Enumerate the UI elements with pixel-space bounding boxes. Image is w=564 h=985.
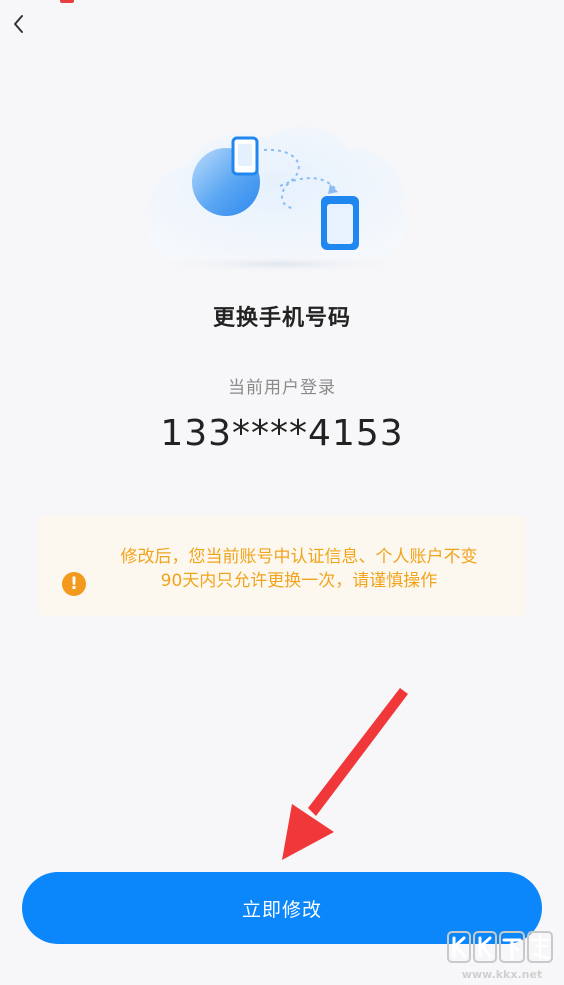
phone-transfer-illustration	[130, 108, 430, 278]
notice-line-2: 90天内只允许更换一次，请谨慎操作	[160, 571, 438, 591]
chevron-left-icon	[14, 15, 23, 33]
pointer-arrow-overlay	[270, 688, 420, 868]
top-bar	[0, 0, 564, 44]
current-phone-number: 133****4153	[160, 413, 404, 454]
page-title: 更换手机号码	[212, 306, 351, 331]
watermark-logo: www.kkx.net	[446, 928, 558, 984]
back-button[interactable]	[4, 8, 32, 40]
notice-line-1: 修改后，您当前账号中认证信息、个人账户不变	[120, 547, 478, 567]
notice-box: ! 修改后，您当前账号中认证信息、个人账户不变 90天内只允许更换一次，请谨慎操…	[38, 516, 526, 616]
login-status-label: 当前用户登录	[228, 378, 336, 398]
status-accent	[60, 0, 74, 3]
watermark-url: www.kkx.net	[461, 968, 543, 981]
warning-icon: !	[62, 572, 86, 596]
